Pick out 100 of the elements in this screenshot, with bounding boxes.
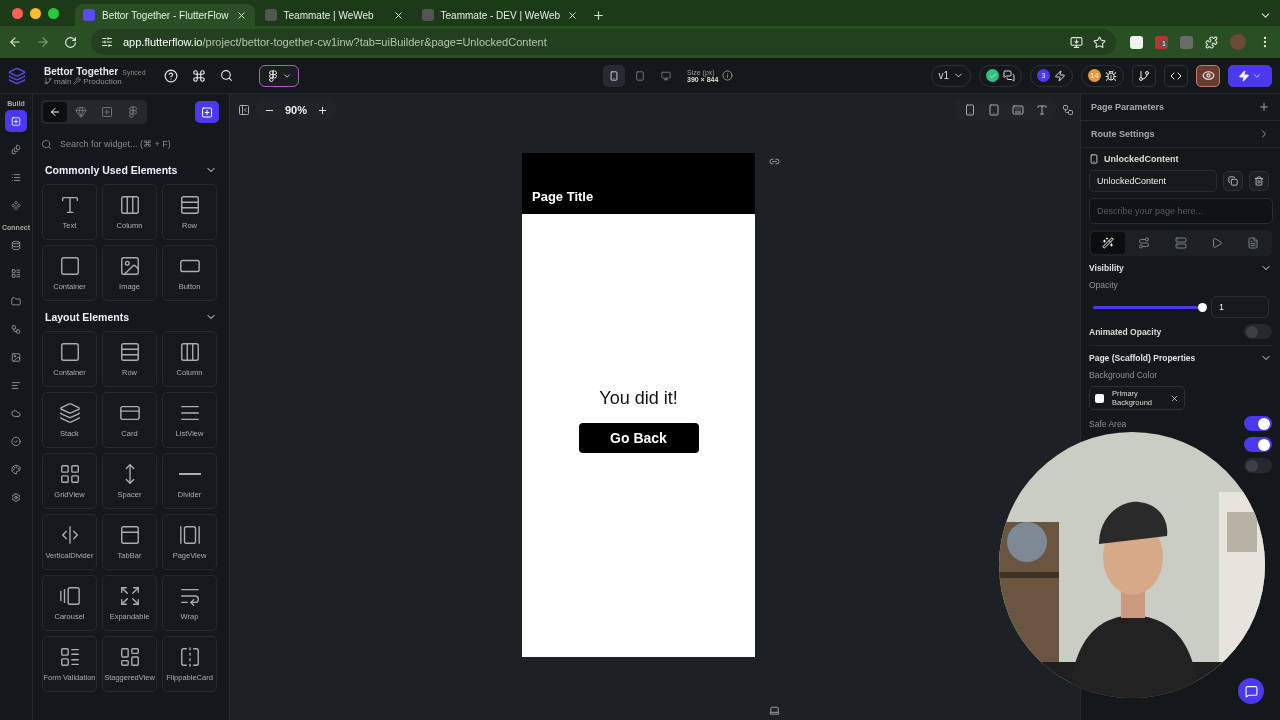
section-header[interactable]: Visibility [1089, 262, 1272, 274]
minimize-window-button[interactable] [30, 7, 41, 19]
section-label: Route Settings [1091, 129, 1155, 139]
check-icon [11, 434, 21, 448]
row-icon [178, 194, 201, 216]
search-button[interactable] [220, 68, 233, 83]
toggle-switch[interactable] [1244, 458, 1272, 473]
success-message: You did it! [599, 388, 678, 409]
branch-icon [1138, 69, 1150, 82]
design-mode-dropdown[interactable] [259, 64, 299, 87]
forward-button[interactable] [36, 35, 50, 49]
phone-view-button[interactable] [603, 64, 625, 87]
go-back-button[interactable]: Go Back [578, 423, 699, 453]
plus-icon [317, 104, 329, 116]
opacity-field[interactable]: 1 [1211, 296, 1269, 318]
form-icon [58, 646, 81, 668]
close-icon [235, 9, 247, 21]
document-icon [1247, 237, 1259, 249]
reload-button[interactable] [64, 35, 77, 49]
address-bar[interactable]: app.flutterflow.io/project/bettor-together-cw1inw?tab=uiBuilder&page=UnlockedContent [91, 29, 1116, 55]
figma-icon [266, 69, 279, 82]
safe-area-label: Safe Area [1089, 418, 1127, 429]
color-swatch [1095, 393, 1104, 403]
site-icon [421, 9, 434, 21]
extensions-icon [1205, 35, 1218, 49]
keyboard-icon [1012, 104, 1024, 116]
preview-button[interactable] [1196, 64, 1220, 87]
background-color-label: Background Color [1089, 370, 1159, 380]
toggle-switch[interactable] [1244, 416, 1272, 431]
page-name-field[interactable]: UnlockedContent [1089, 170, 1217, 192]
copy-icon [1228, 176, 1238, 186]
info-icon [722, 70, 734, 81]
back-button[interactable] [8, 35, 22, 49]
opacity-label: Opacity [1089, 280, 1119, 290]
container-icon [58, 341, 81, 363]
tab-bar-icon [118, 524, 141, 546]
group-header[interactable]: Commonly Used Elements [41, 160, 227, 180]
panel-tab[interactable] [43, 102, 67, 122]
extension-icon [1130, 35, 1143, 49]
pages-icon [11, 142, 21, 156]
settings-icon [11, 490, 21, 504]
section-header[interactable]: Page (Scaffold) Properties [1089, 345, 1272, 364]
components-icon [11, 198, 21, 212]
database-icon [11, 238, 21, 252]
site-icon [264, 9, 277, 21]
widget-icon [201, 105, 213, 119]
reload-icon [64, 35, 77, 49]
command-button[interactable] [192, 68, 206, 83]
site-settings-icon [101, 36, 113, 48]
lightning-icon [1054, 69, 1066, 82]
widget-icon [11, 114, 21, 128]
run-button[interactable] [1228, 64, 1272, 87]
media-icon [11, 350, 21, 364]
delete-button[interactable] [1249, 171, 1269, 191]
page-title: Page Title [532, 189, 594, 204]
toggle-switch[interactable] [1244, 324, 1272, 339]
zoom-in-button[interactable] [317, 104, 329, 116]
link-icon [769, 156, 780, 167]
code-button[interactable] [1164, 64, 1188, 87]
bug-icon [1105, 69, 1117, 82]
browser-tab[interactable]: Teammate | WeWeb [256, 4, 412, 26]
description-field[interactable]: Describe your page here... [1089, 198, 1273, 224]
group-header[interactable]: Layout Elements [41, 307, 227, 327]
trash-icon [1254, 176, 1264, 186]
slider-thumb[interactable] [1198, 302, 1207, 312]
maximize-window-button[interactable] [48, 7, 59, 19]
grid-icon [58, 463, 81, 485]
play-icon [1210, 237, 1223, 249]
phone-icon [609, 69, 619, 82]
install-icon [1070, 35, 1083, 49]
row-icon [118, 341, 141, 363]
back-icon [8, 35, 22, 49]
phone-icon [1089, 154, 1099, 164]
close-window-button[interactable] [12, 7, 23, 19]
toggle-switch[interactable] [1244, 437, 1272, 452]
duplicate-button[interactable] [1223, 171, 1243, 191]
divider-icon [178, 473, 201, 475]
flip-card-icon [178, 646, 201, 668]
check-icon [986, 69, 999, 82]
collapse-panel-button[interactable] [238, 104, 250, 116]
properties-tab[interactable] [1091, 232, 1125, 254]
nav-rail-button[interactable] [5, 110, 27, 132]
profile-avatar [1230, 34, 1246, 50]
site-icon [83, 9, 95, 21]
help-button[interactable] [164, 68, 178, 83]
tablet-icon [988, 104, 1000, 116]
browser-tab[interactable]: Bettor Together - FlutterFlow [75, 4, 255, 26]
tree-button[interactable] [1062, 104, 1074, 116]
animated-opacity-label: Animated Opacity [1089, 326, 1162, 337]
zoom-level: 90% [285, 104, 308, 116]
laptop-icon [769, 705, 780, 716]
image-icon [118, 255, 141, 277]
branches-button[interactable] [1132, 64, 1156, 87]
add-widget-button[interactable] [195, 101, 219, 123]
browser-tab[interactable]: Teammate - DEV | WeWeb [413, 4, 587, 26]
gem-icon [75, 106, 87, 118]
chat-button[interactable] [1238, 678, 1264, 704]
close-icon [567, 9, 579, 21]
container-icon [58, 255, 81, 277]
search-field[interactable]: Search for widget... (⌘ + F) [58, 138, 229, 150]
